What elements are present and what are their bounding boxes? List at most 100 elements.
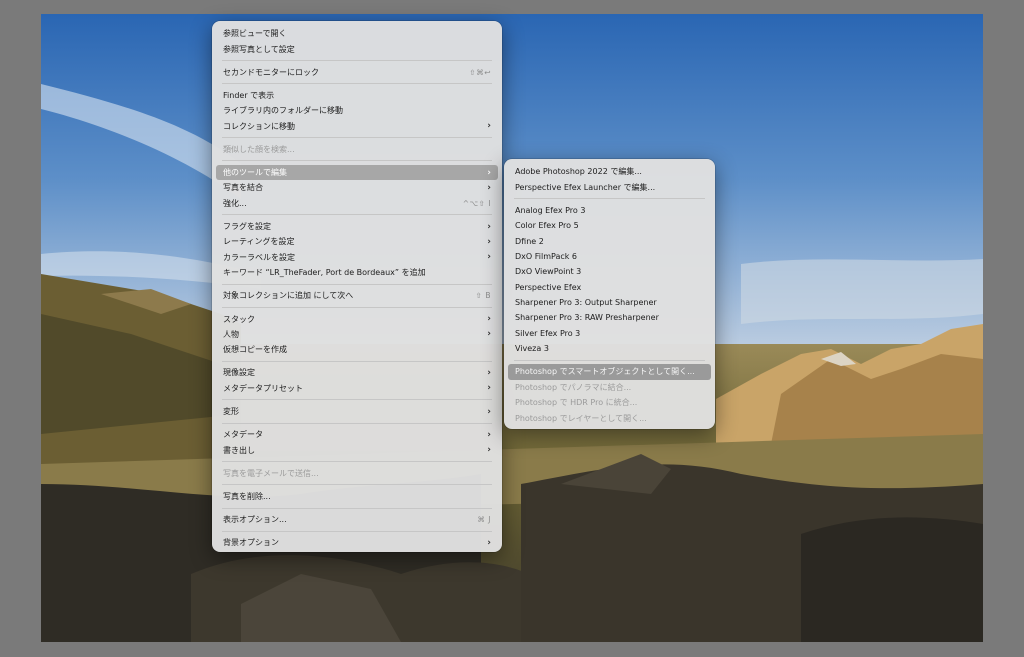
keyboard-shortcut: ⇧⌘↩ [469, 67, 491, 77]
chevron-right-icon: › [487, 329, 491, 340]
menu-item-sharpener-pro-3-output-sharpener[interactable]: Sharpener Pro 3: Output Sharpener [508, 295, 711, 310]
menu-item-analog-efex-pro-3[interactable]: Analog Efex Pro 3 [508, 203, 711, 218]
menu-item-13[interactable]: 写真を結合 › [216, 180, 498, 195]
menu-item-24[interactable]: 人物 › [216, 327, 498, 342]
menu-item-dxo-viewpoint-3[interactable]: DxO ViewPoint 3 [508, 264, 711, 279]
menu-item-28[interactable]: メタデータプリセット › [216, 381, 498, 396]
keyboard-shortcut: ^⌥⇧ I [462, 198, 491, 208]
menu-item-label: 写真を電子メールで送信... [223, 468, 319, 478]
menu-item-17[interactable]: レーティングを設定 › [216, 234, 498, 249]
menu-separator [514, 359, 705, 361]
menu-item-30[interactable]: 変形 › [216, 404, 498, 419]
menu-item-label: 表示オプション... [223, 515, 287, 525]
menu-item-25[interactable]: 仮想コピーを作成 [216, 342, 498, 357]
menu-item-label: スタック [223, 314, 255, 324]
menu-item-label: Silver Efex Pro 3 [515, 328, 581, 338]
menu-item-label: 写真を削除... [223, 491, 271, 501]
menu-item-label: カラーラベルを設定 [223, 252, 295, 262]
menu-item-label: キーワード “LR_TheFader, Port de Bordeaux” を追… [223, 268, 426, 278]
menu-item-label: Dfine 2 [515, 236, 544, 246]
menu-item-dxo-filmpack-6[interactable]: DxO FilmPack 6 [508, 249, 711, 264]
menu-item-silver-efex-pro-3[interactable]: Silver Efex Pro 3 [508, 326, 711, 341]
menu-item-23[interactable]: スタック › [216, 311, 498, 326]
menu-separator [222, 461, 492, 463]
chevron-right-icon: › [487, 252, 491, 263]
menu-item-lr-thefader-port-de-bordeaux[interactable]: キーワード “LR_TheFader, Port de Bordeaux” を追… [216, 265, 498, 280]
menu-item-label: 参照ビューで開く [223, 29, 287, 39]
menu-item-8[interactable]: コレクションに移動 › [216, 119, 498, 134]
menu-item-label: Viveza 3 [515, 344, 549, 354]
menu-item-2[interactable]: 参照写真として設定 [216, 41, 498, 56]
menu-item-label: 書き出し [223, 445, 255, 455]
menu-item-27[interactable]: 現像設定 › [216, 365, 498, 380]
chevron-right-icon: › [487, 383, 491, 394]
menu-item-label: 強化... [223, 198, 247, 208]
menu-item-dfine-2[interactable]: Dfine 2 [508, 233, 711, 248]
menu-item-14[interactable]: 強化... ^⌥⇧ I [216, 196, 498, 211]
menu-item-label: 仮想コピーを作成 [223, 345, 287, 355]
chevron-right-icon: › [487, 314, 491, 325]
menu-separator [222, 484, 492, 486]
menu-item-adobe-photoshop-2022[interactable]: Adobe Photoshop 2022 で編集... [508, 164, 711, 179]
chevron-right-icon: › [487, 367, 491, 378]
menu-item-37[interactable]: 写真を削除... [216, 489, 498, 504]
menu-item-18[interactable]: カラーラベルを設定 › [216, 250, 498, 265]
menu-item-label: Sharpener Pro 3: RAW Presharpener [515, 313, 659, 323]
menu-item-32[interactable]: メタデータ › [216, 427, 498, 442]
menu-item-perspective-efex-launcher[interactable]: Perspective Efex Launcher で編集... [508, 179, 711, 194]
menu-separator [222, 306, 492, 308]
menu-item-color-efex-pro-5[interactable]: Color Efex Pro 5 [508, 218, 711, 233]
menu-item-label: Color Efex Pro 5 [515, 221, 579, 231]
menu-item-sharpener-pro-3-raw-presharpener[interactable]: Sharpener Pro 3: RAW Presharpener [508, 310, 711, 325]
menu-item-21[interactable]: 対象コレクションに追加 にして次へ ⇧ B [216, 288, 498, 303]
menu-item-35: 写真を電子メールで送信... [216, 466, 498, 481]
menu-item-33[interactable]: 書き出し › [216, 442, 498, 457]
menu-separator [222, 83, 492, 85]
menu-item-10: 類似した顔を検索... [216, 142, 498, 157]
chevron-right-icon: › [487, 537, 491, 548]
menu-separator [222, 360, 492, 362]
menu-item-photoshop[interactable]: Photoshop でスマートオブジェクトとして開く... [508, 364, 711, 380]
menu-item-4[interactable]: セカンドモニターにロック ⇧⌘↩ [216, 65, 498, 80]
menu-item-photoshop-hdr-pro: Photoshop で HDR Pro に統合... [508, 395, 711, 410]
chevron-right-icon: › [487, 167, 491, 178]
menu-item-label: Perspective Efex [515, 282, 582, 292]
menu-item-label: メタデータプリセット [223, 383, 303, 393]
menu-item-label: セカンドモニターにロック [223, 67, 319, 77]
menu-item-label: Photoshop で HDR Pro に統合... [515, 398, 638, 408]
menu-item-label: レーティングを設定 [223, 237, 295, 247]
edit-in-submenu: Adobe Photoshop 2022 で編集... Perspective E… [504, 159, 715, 429]
menu-item-photoshop: Photoshop でパノラマに結合... [508, 380, 711, 395]
menu-item-41[interactable]: 背景オプション › [216, 535, 498, 550]
menu-item-39[interactable]: 表示オプション... ⌘ J [216, 512, 498, 527]
menu-item-perspective-efex[interactable]: Perspective Efex [508, 280, 711, 295]
menu-separator [222, 399, 492, 401]
menu-item-label: DxO ViewPoint 3 [515, 267, 582, 277]
chevron-right-icon: › [487, 445, 491, 456]
menu-item-label: 人物 [223, 329, 239, 339]
menu-separator [222, 60, 492, 62]
menu-separator [222, 507, 492, 509]
menu-separator [222, 214, 492, 216]
chevron-right-icon: › [487, 406, 491, 417]
keyboard-shortcut: ⇧ B [475, 291, 491, 301]
menu-item-label: Photoshop でレイヤーとして開く... [515, 413, 647, 423]
menu-item-label: Photoshop でパノラマに結合... [515, 382, 632, 392]
chevron-right-icon: › [487, 182, 491, 193]
chevron-right-icon: › [487, 429, 491, 440]
menu-item-label: フラグを設定 [223, 222, 271, 231]
menu-item-7[interactable]: ライブラリ内のフォルダーに移動 [216, 103, 498, 118]
menu-item-16[interactable]: フラグを設定 › [216, 219, 498, 234]
menu-item-label: コレクションに移動 [223, 121, 295, 131]
menu-item-label: 背景オプション [223, 538, 279, 548]
menu-item-12[interactable]: 他のツールで編集 › [216, 164, 498, 181]
menu-item-finder[interactable]: Finder で表示 [216, 88, 498, 103]
menu-separator [222, 160, 492, 162]
menu-item-label: Adobe Photoshop 2022 で編集... [515, 167, 642, 177]
menu-item-label: 対象コレクションに追加 にして次へ [223, 291, 354, 301]
menu-separator [514, 198, 705, 200]
menu-item-1[interactable]: 参照ビューで開く [216, 26, 498, 41]
menu-item-viveza-3[interactable]: Viveza 3 [508, 341, 711, 356]
keyboard-shortcut: ⌘ J [477, 515, 491, 525]
chevron-right-icon: › [487, 236, 491, 247]
